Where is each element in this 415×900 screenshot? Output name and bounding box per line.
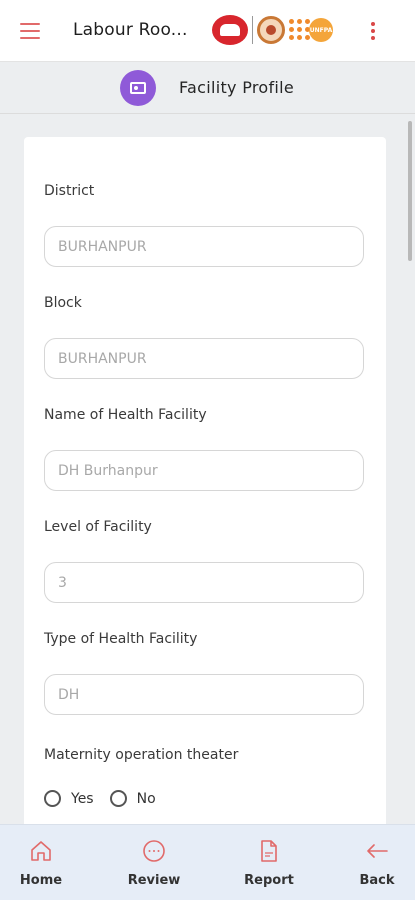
health-facility-name-label: Name of Health Facility [44,407,207,423]
health-facility-name-field[interactable] [44,450,364,491]
facility-type-label: Type of Health Facility [44,631,198,647]
form-scroll-area[interactable]: District Block Name of Health Facility L… [0,115,415,824]
district-field[interactable] [44,226,364,267]
maternity-ot-radio-group: Yes No [44,790,172,807]
radio-button[interactable] [44,790,61,807]
pdf-document-icon [261,840,277,862]
app-bar: Labour Roo... UNFPA [0,0,415,62]
nav-review[interactable]: Review [114,825,194,900]
radio-label: No [136,790,156,807]
radio-label: Yes [71,790,94,807]
nav-back-label: Back [359,873,395,888]
unfpa-logo: UNFPA [289,18,333,42]
app-title: Labour Roo... [73,20,188,40]
id-card-icon [120,70,156,106]
scrollbar[interactable] [408,121,412,261]
section-header: Facility Profile [0,62,415,114]
facility-level-field[interactable] [44,562,364,603]
nav-home[interactable]: Home [1,825,81,900]
nav-back[interactable]: Back [337,825,415,900]
maternity-ot-label: Maternity operation theater [44,747,239,763]
radio-option-no[interactable]: No [109,790,156,807]
mp-govt-emblem-logo [257,16,285,44]
logo-divider [252,16,253,44]
home-icon [31,841,51,861]
block-label: Block [44,295,82,311]
facility-form-card: District Block Name of Health Facility L… [24,137,386,824]
bottom-navigation: Home Review Report Back [0,824,415,900]
facility-type-field[interactable] [44,674,364,715]
partner-logos: UNFPA [212,14,333,46]
radio-button[interactable] [109,790,127,807]
overflow-menu-icon[interactable] [370,22,376,40]
nav-report-label: Report [244,873,294,888]
facility-level-label: Level of Facility [44,519,152,535]
block-field[interactable] [44,338,364,379]
menu-icon[interactable] [20,23,40,39]
arrow-left-icon [367,844,388,858]
district-label: District [44,183,95,199]
nav-home-label: Home [19,873,63,888]
nav-report[interactable]: Report [229,825,309,900]
section-title: Facility Profile [179,78,295,97]
more-circle-icon [143,840,165,862]
nhm-logo [212,15,248,45]
nav-review-label: Review [127,873,181,888]
radio-option-yes[interactable]: Yes [44,790,94,807]
